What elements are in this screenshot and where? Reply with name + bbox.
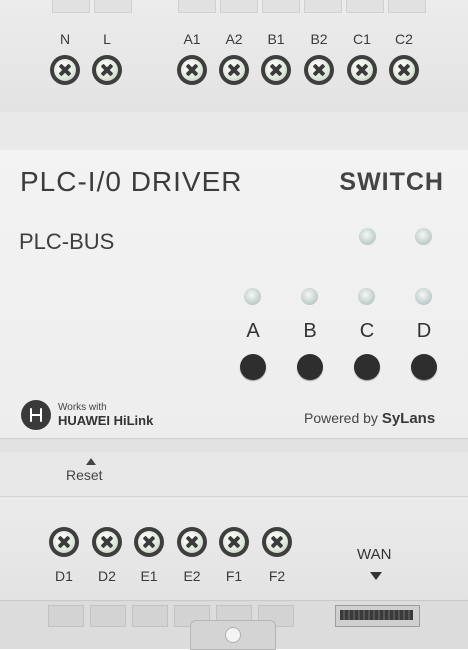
wan-port[interactable] xyxy=(335,605,420,627)
powered-prefix: Powered by xyxy=(304,410,382,426)
channel-button-a[interactable] xyxy=(240,354,266,380)
channel-led-d xyxy=(415,288,432,305)
channel-led-b xyxy=(301,288,318,305)
terminal-label-d2: D2 xyxy=(98,568,116,584)
channel-led-a xyxy=(244,288,261,305)
top-notch xyxy=(52,0,90,13)
screw-terminal-f1[interactable] xyxy=(219,527,249,557)
terminal-label-b2: B2 xyxy=(310,31,328,47)
powered-by: Powered by SyLans xyxy=(304,410,435,427)
upper-step xyxy=(0,112,468,151)
top-notch xyxy=(388,0,426,13)
screw-terminal-b2[interactable] xyxy=(304,55,334,85)
terminal-label-c1: C1 xyxy=(353,31,371,47)
screw-terminal-d1[interactable] xyxy=(49,527,79,557)
foot-notch xyxy=(90,605,126,627)
top-notch xyxy=(346,0,384,13)
powered-brand: SyLans xyxy=(381,410,436,427)
screw-terminal-a1[interactable] xyxy=(177,55,207,85)
foot-notch xyxy=(48,605,84,627)
terminal-label-e1: E1 xyxy=(140,568,158,584)
top-notch xyxy=(304,0,342,13)
screw-terminal-b1[interactable] xyxy=(261,55,291,85)
bus-label: PLC-BUS xyxy=(19,229,115,254)
channel-led-c xyxy=(358,288,375,305)
top-notch xyxy=(94,0,132,13)
terminal-label-l: L xyxy=(103,31,111,47)
hilink-name: HUAWEI HiLink xyxy=(58,413,154,428)
terminal-label-a1: A1 xyxy=(183,31,201,47)
status-led xyxy=(359,228,376,245)
screw-terminal-f2[interactable] xyxy=(262,527,292,557)
din-rail-clip[interactable] xyxy=(190,620,276,650)
plc-io-driver-device: N L A1 A2 B1 B2 C1 C2 PLC-I/0 DRIVER SWI… xyxy=(0,0,468,650)
terminal-label-f1: F1 xyxy=(225,568,243,584)
channel-label-a: A xyxy=(246,320,260,342)
terminal-label-a2: A2 xyxy=(225,31,243,47)
channel-label-b: B xyxy=(303,320,317,342)
screw-terminal-c2[interactable] xyxy=(389,55,419,85)
brand-logo: SWITCH xyxy=(339,168,444,196)
device-title: PLC-I/0 DRIVER xyxy=(20,166,243,197)
screw-terminal-n[interactable] xyxy=(50,55,80,85)
screw-terminal-e1[interactable] xyxy=(134,527,164,557)
terminal-label-e2: E2 xyxy=(183,568,201,584)
screw-terminal-d2[interactable] xyxy=(92,527,122,557)
hilink-icon xyxy=(21,400,51,430)
terminal-label-n: N xyxy=(59,31,71,47)
down-arrow-icon xyxy=(370,572,382,580)
screw-terminal-a2[interactable] xyxy=(219,55,249,85)
terminal-label-f2: F2 xyxy=(268,568,286,584)
hilink-works-with: Works with xyxy=(58,402,107,413)
screw-terminal-l[interactable] xyxy=(92,55,122,85)
channel-label-d: D xyxy=(416,320,432,342)
terminal-label-d1: D1 xyxy=(55,568,73,584)
foot-notch xyxy=(132,605,168,627)
wan-label: WAN xyxy=(357,546,392,563)
screw-terminal-e2[interactable] xyxy=(177,527,207,557)
screw-terminal-c1[interactable] xyxy=(347,55,377,85)
channel-button-d[interactable] xyxy=(411,354,437,380)
reset-label[interactable]: Reset xyxy=(66,467,103,483)
status-led xyxy=(415,228,432,245)
channel-button-b[interactable] xyxy=(297,354,323,380)
top-notch xyxy=(178,0,216,13)
top-notch xyxy=(220,0,258,13)
channel-button-c[interactable] xyxy=(354,354,380,380)
channel-label-c: C xyxy=(359,320,375,342)
up-arrow-icon xyxy=(86,458,96,465)
terminal-label-b1: B1 xyxy=(267,31,285,47)
terminal-label-c2: C2 xyxy=(395,31,413,47)
top-notch xyxy=(262,0,300,13)
